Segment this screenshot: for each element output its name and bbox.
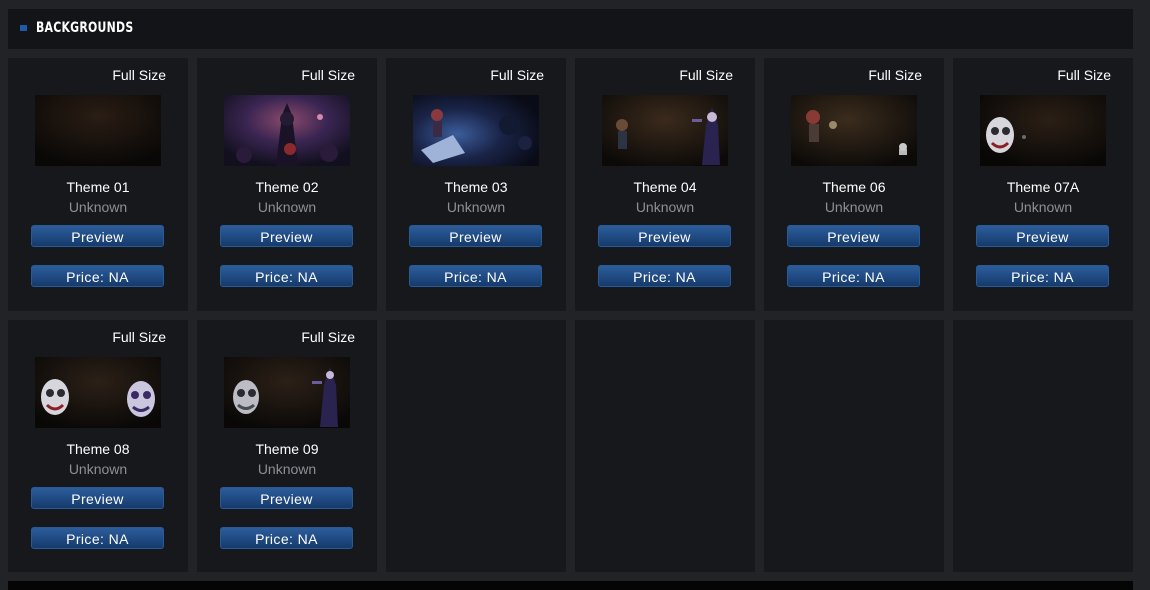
full-size-link[interactable]: Full Size	[301, 67, 355, 83]
theme-card: Full Size Theme 06 Unknown Preview Price	[764, 58, 944, 311]
full-size-link[interactable]: Full Size	[301, 329, 355, 345]
preview-button[interactable]: Preview	[409, 225, 542, 247]
price-button[interactable]: Price: NA	[220, 527, 353, 549]
price-button[interactable]: Price: NA	[976, 265, 1109, 287]
theme-artist: Unknown	[824, 199, 884, 215]
theme-name: Theme 06	[822, 179, 886, 195]
theme-name: Theme 02	[255, 179, 319, 195]
theme-thumbnail[interactable]	[602, 95, 728, 166]
theme-thumbnail[interactable]	[980, 95, 1106, 166]
theme-thumbnail[interactable]	[35, 95, 161, 166]
theme-thumbnail[interactable]	[35, 357, 161, 428]
empty-card	[575, 320, 755, 572]
theme-artist: Unknown	[635, 199, 695, 215]
theme-name: Theme 09	[255, 441, 319, 457]
theme-card: Full Size Theme 04 Unknown Preview Price	[575, 58, 755, 311]
theme-card: Full Size Theme 07A Unknown Preview Pric	[953, 58, 1133, 311]
price-button[interactable]: Price: NA	[220, 265, 353, 287]
theme-card: Full Size Theme 01 Unknown Preview Price…	[8, 58, 188, 311]
full-size-link[interactable]: Full Size	[679, 67, 733, 83]
preview-button[interactable]: Preview	[787, 225, 920, 247]
section-title: BACKGROUNDS	[36, 20, 134, 36]
empty-card	[764, 320, 944, 572]
theme-name: Theme 07A	[1006, 179, 1080, 195]
theme-card: Full Size Theme 08 Unknown Preview Price…	[8, 320, 188, 572]
preview-button[interactable]: Preview	[220, 487, 353, 509]
theme-artist: Unknown	[257, 199, 317, 215]
theme-name: Theme 08	[66, 441, 130, 457]
price-button[interactable]: Price: NA	[409, 265, 542, 287]
preview-button[interactable]: Preview	[31, 225, 164, 247]
theme-artist: Unknown	[1013, 199, 1073, 215]
theme-name: Theme 04	[633, 179, 697, 195]
theme-card: Full Size Theme 09 Unknown Preview Price…	[197, 320, 377, 572]
theme-grid: Full Size Theme 01 Unknown Preview Price…	[8, 58, 1133, 572]
theme-artist: Unknown	[446, 199, 506, 215]
next-section-bar	[8, 581, 1133, 590]
full-size-link[interactable]: Full Size	[1057, 67, 1111, 83]
preview-button[interactable]: Preview	[31, 487, 164, 509]
preview-button[interactable]: Preview	[598, 225, 731, 247]
price-button[interactable]: Price: NA	[598, 265, 731, 287]
full-size-link[interactable]: Full Size	[112, 67, 166, 83]
theme-thumbnail[interactable]	[224, 95, 350, 166]
theme-artist: Unknown	[68, 461, 128, 477]
empty-card	[953, 320, 1133, 572]
preview-button[interactable]: Preview	[976, 225, 1109, 247]
theme-thumbnail[interactable]	[413, 95, 539, 166]
price-button[interactable]: Price: NA	[787, 265, 920, 287]
preview-button[interactable]: Preview	[220, 225, 353, 247]
theme-card: Full Size Theme 02 Unknown Preview Price…	[197, 58, 377, 311]
section-bullet-icon	[20, 25, 27, 31]
theme-artist: Unknown	[68, 199, 128, 215]
price-button[interactable]: Price: NA	[31, 527, 164, 549]
section-header: BACKGROUNDS	[8, 9, 1133, 49]
full-size-link[interactable]: Full Size	[112, 329, 166, 345]
theme-thumbnail[interactable]	[791, 95, 917, 166]
theme-thumbnail[interactable]	[224, 357, 350, 428]
full-size-link[interactable]: Full Size	[868, 67, 922, 83]
empty-card	[386, 320, 566, 572]
price-button[interactable]: Price: NA	[31, 265, 164, 287]
theme-name: Theme 01	[66, 179, 130, 195]
full-size-link[interactable]: Full Size	[490, 67, 544, 83]
theme-card: Full Size Theme 03 Unknown Preview Price…	[386, 58, 566, 311]
theme-name: Theme 03	[444, 179, 508, 195]
theme-artist: Unknown	[257, 461, 317, 477]
